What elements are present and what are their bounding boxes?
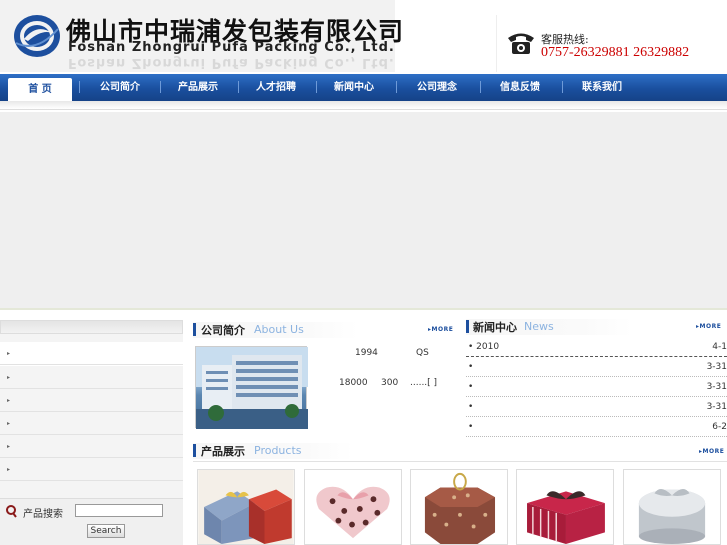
product-thumbnail[interactable] bbox=[410, 469, 508, 545]
about-title-en: About Us bbox=[254, 323, 304, 336]
products-title: 产品展示 bbox=[201, 445, 245, 458]
news-title: 新闻中心 bbox=[473, 321, 517, 334]
nav-separator bbox=[238, 81, 239, 93]
nav-item-careers[interactable]: 人才招聘 bbox=[240, 74, 312, 101]
about-text-1994: 1994 bbox=[355, 348, 378, 358]
company-name-en-reflection: Foshan Zhongrui Pufa Packing Co., Ltd. bbox=[68, 55, 395, 70]
search-input[interactable] bbox=[75, 504, 163, 517]
news-item-title[interactable]: • bbox=[468, 402, 473, 412]
products-header-bar bbox=[193, 444, 196, 457]
news-item-date: 3-31 bbox=[706, 362, 727, 372]
banner bbox=[0, 112, 727, 308]
news-item[interactable]: • 6-2 bbox=[466, 417, 727, 437]
news-item-date: 3-31 bbox=[706, 382, 727, 392]
news-item-date: 3-31 bbox=[706, 402, 727, 412]
news-more-link[interactable]: ▸MORE bbox=[696, 323, 721, 330]
telephone-icon bbox=[508, 33, 534, 54]
company-logo-icon[interactable] bbox=[12, 13, 62, 59]
sidebar-item[interactable]: ▸ bbox=[0, 458, 183, 481]
building-image bbox=[196, 347, 308, 429]
about-more-label: MORE bbox=[431, 326, 454, 333]
search-button[interactable]: Search bbox=[87, 524, 125, 538]
news-title-en: News bbox=[524, 320, 554, 333]
nav-item-feedback[interactable]: 信息反馈 bbox=[484, 74, 556, 101]
heart-box-image bbox=[305, 470, 401, 544]
products-divider bbox=[193, 461, 727, 462]
nav-shadow bbox=[0, 101, 727, 110]
arrow-right-icon: ▸ bbox=[7, 466, 11, 473]
about-text-300: 300 bbox=[381, 378, 399, 388]
striped-box-image bbox=[517, 470, 613, 544]
news-header-bar bbox=[466, 320, 469, 333]
arrow-right-icon: ▸ bbox=[7, 374, 11, 381]
about-title: 公司简介 bbox=[201, 324, 245, 337]
products-more-label: MORE bbox=[702, 448, 725, 455]
octagon-box-image bbox=[411, 470, 507, 544]
nav-separator bbox=[562, 81, 563, 93]
sidebar-item[interactable]: ▸ bbox=[0, 366, 183, 389]
nav-item-contact[interactable]: 联系我们 bbox=[566, 74, 638, 101]
news-item[interactable]: • 3-31 bbox=[466, 357, 727, 377]
about-more-link[interactable]: ▸MORE bbox=[428, 326, 453, 333]
product-thumbnail[interactable] bbox=[304, 469, 402, 545]
news-item-title[interactable]: • bbox=[468, 382, 473, 392]
news-item[interactable]: • 3-31 bbox=[466, 377, 727, 397]
search-icon bbox=[6, 505, 17, 518]
news-item-date: 4-1 bbox=[712, 342, 727, 352]
about-text-qs: QS bbox=[416, 348, 429, 358]
arrow-right-icon: ▸ bbox=[7, 350, 11, 357]
nav-item-about[interactable]: 公司简介 bbox=[84, 74, 156, 101]
news-item-title[interactable]: • 2010 bbox=[468, 342, 499, 352]
about-more-bracket[interactable]: ......[ ] bbox=[410, 378, 437, 388]
nav-separator bbox=[79, 81, 80, 93]
sidebar-item[interactable]: ▸ bbox=[0, 389, 183, 412]
sidebar-item[interactable]: ▸ bbox=[0, 435, 183, 458]
products-more-link[interactable]: ▸MORE bbox=[699, 448, 724, 455]
product-thumbnail[interactable] bbox=[516, 469, 614, 545]
search-label: 产品搜索 bbox=[23, 509, 63, 520]
silver-box-image bbox=[624, 470, 720, 544]
news-item-title[interactable]: • bbox=[468, 362, 473, 372]
news-item[interactable]: • 2010 4-1 bbox=[466, 337, 727, 357]
arrow-right-icon: ▸ bbox=[7, 420, 11, 427]
nav-separator bbox=[160, 81, 161, 93]
sidebar-header bbox=[0, 320, 183, 334]
nav-separator bbox=[480, 81, 481, 93]
nav-item-news[interactable]: 新闻中心 bbox=[318, 74, 390, 101]
hotline-number: 0757-26329881 26329882 bbox=[541, 45, 690, 60]
gift-box-image bbox=[198, 470, 294, 544]
arrow-right-icon: ▸ bbox=[7, 397, 11, 404]
about-header-bar bbox=[193, 323, 196, 336]
product-thumbnail[interactable] bbox=[197, 469, 295, 545]
company-name-en: Foshan Zhongrui Pufa Packing Co., Ltd. bbox=[68, 40, 395, 55]
nav-item-home[interactable]: 首 页 bbox=[8, 78, 72, 102]
product-thumbnail[interactable] bbox=[623, 469, 721, 545]
news-item-title[interactable]: • bbox=[468, 422, 473, 432]
nav-item-philosophy[interactable]: 公司理念 bbox=[401, 74, 473, 101]
sidebar-item[interactable]: ▸ bbox=[0, 412, 183, 435]
news-item[interactable]: • 3-31 bbox=[466, 397, 727, 417]
main-nav: 公司简介 产品展示 人才招聘 新闻中心 公司理念 信息反馈 联系我们 bbox=[0, 74, 727, 101]
banner-divider bbox=[0, 308, 727, 310]
nav-separator bbox=[316, 81, 317, 93]
nav-separator bbox=[396, 81, 397, 93]
sidebar-item[interactable]: ▸ bbox=[0, 342, 183, 365]
news-item-date: 6-2 bbox=[712, 422, 727, 432]
arrow-right-icon: ▸ bbox=[7, 443, 11, 450]
news-more-label: MORE bbox=[699, 323, 722, 330]
products-title-en: Products bbox=[254, 444, 302, 457]
company-photo bbox=[195, 346, 308, 429]
nav-item-products[interactable]: 产品展示 bbox=[162, 74, 234, 101]
about-text-18000: 18000 bbox=[339, 378, 368, 388]
